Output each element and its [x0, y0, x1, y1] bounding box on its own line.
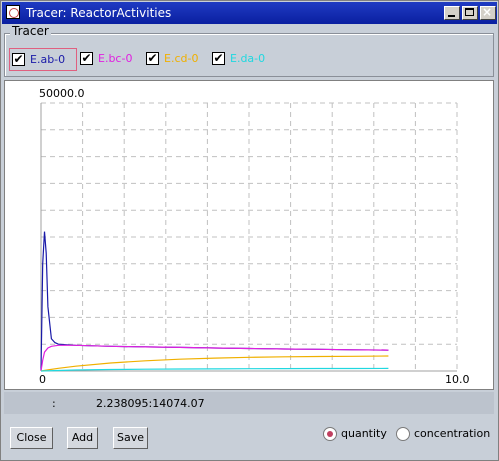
tracer-checkbox-ab[interactable]: ✔ E.ab-0 — [9, 48, 77, 71]
checkbox-check-icon: ✔ — [212, 51, 225, 65]
tracer-label-ab: E.ab-0 — [30, 53, 66, 66]
radio-quantity[interactable]: quantity — [323, 427, 391, 443]
java-app-icon — [6, 5, 20, 19]
tracer-checkbox-da[interactable]: ✔ E.da-0 — [210, 48, 274, 69]
line-chart — [40, 102, 458, 372]
radio-concentration[interactable]: concentration — [396, 427, 491, 443]
save-button[interactable]: Save — [113, 427, 148, 449]
close-window-button[interactable]: × — [480, 5, 496, 20]
maximize-icon — [465, 8, 474, 16]
checkbox-check-icon: ✔ — [80, 51, 93, 65]
radio-quantity-label: quantity — [341, 427, 387, 440]
checkbox-check-icon: ✔ — [146, 51, 159, 65]
x-min-tick-label: 0 — [39, 373, 46, 386]
tracer-label-da: E.da-0 — [230, 52, 266, 65]
title-bar[interactable]: Tracer: ReactorActivities × — [2, 2, 497, 24]
tracer-checkbox-cd[interactable]: ✔ E.cd-0 — [144, 48, 208, 69]
x-max-tick-label: 10.0 — [445, 373, 470, 386]
radio-selected-icon — [323, 427, 337, 441]
status-bar: : 2.238095:14074.07 — [4, 392, 494, 414]
add-button[interactable]: Add — [67, 427, 98, 449]
radio-unselected-icon — [396, 427, 410, 441]
status-separator: : — [52, 397, 56, 410]
close-button[interactable]: Close — [10, 427, 53, 449]
window-title: Tracer: ReactorActivities — [26, 6, 172, 20]
maximize-button[interactable] — [462, 6, 478, 20]
y-max-tick-label: 50000.0 — [39, 87, 85, 100]
checkbox-check-icon: ✔ — [12, 52, 25, 66]
tracer-label-bc: E.bc-0 — [98, 52, 133, 65]
radio-concentration-label: concentration — [414, 427, 491, 440]
cursor-readout: 2.238095:14074.07 — [96, 397, 205, 410]
close-icon: × — [482, 5, 493, 19]
minimize-button[interactable] — [444, 6, 460, 20]
tracer-group-title: Tracer — [10, 24, 51, 38]
plot-area[interactable]: 50000.0 0 10.0 — [4, 80, 494, 390]
tracer-label-cd: E.cd-0 — [164, 52, 199, 65]
tracer-checkbox-bc[interactable]: ✔ E.bc-0 — [78, 48, 142, 69]
minimize-icon — [448, 15, 455, 17]
